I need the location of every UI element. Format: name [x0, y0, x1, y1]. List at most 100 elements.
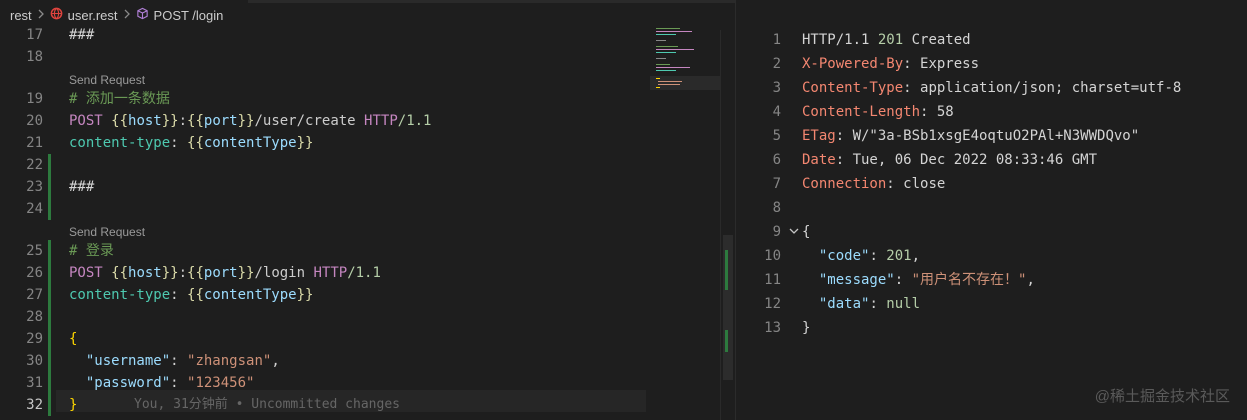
code-token: port — [203, 113, 238, 129]
response-line[interactable]: 5 ETag: W/"3a-BSb1xsgE4oqtuO2PAl+N3WWDQvo… — [736, 124, 1247, 148]
line-number: 8 — [772, 200, 781, 216]
line-number: 11 — [764, 272, 781, 288]
response-text: Connection: close — [802, 172, 945, 196]
response-line[interactable]: 12 "data": null — [736, 292, 1247, 316]
code-token: , — [911, 248, 921, 264]
response-text: "message": "用户名不存在！", — [802, 268, 1035, 292]
code-line[interactable]: 28 — [0, 306, 720, 328]
code-text: # 登录 — [69, 240, 114, 262]
response-line[interactable]: 7 Connection: close — [736, 172, 1247, 196]
code-token: "用户名不存在！" — [911, 272, 1027, 288]
code-token: : — [170, 375, 188, 391]
line-number: 10 — [764, 248, 781, 264]
response-viewer[interactable]: 1 HTTP/1.1 201 Created 2 X-Powered-By: Expr… — [736, 28, 1247, 408]
code-line[interactable]: 25 # 登录 — [0, 240, 720, 262]
line-number: 32 — [26, 397, 43, 413]
response-line[interactable]: 9{ — [736, 220, 1247, 244]
code-text: ### — [69, 176, 94, 198]
response-line[interactable]: 13} — [736, 316, 1247, 340]
git-added-marker — [48, 262, 51, 284]
code-token: /1.1 — [347, 265, 381, 281]
line-number: 12 — [764, 296, 781, 312]
code-token: ### — [69, 179, 95, 195]
line-number: 20 — [26, 113, 43, 129]
code-token: }} — [296, 287, 314, 303]
code-token: null — [886, 296, 921, 312]
send-request-codelens[interactable]: Send Request — [69, 70, 145, 90]
code-token: Content-Length — [802, 104, 921, 120]
code-token: : close — [886, 176, 946, 192]
line-number: 24 — [26, 201, 43, 217]
response-line[interactable]: 6 Date: Tue, 06 Dec 2022 08:33:46 GMT — [736, 148, 1247, 172]
code-token: : Express — [903, 56, 980, 72]
globe-icon — [50, 7, 63, 23]
code-token: }} — [161, 265, 179, 281]
breadcrumb-item-folder[interactable]: rest — [10, 8, 32, 23]
code-token: : — [869, 248, 887, 264]
code-token: : — [894, 272, 912, 288]
response-line[interactable]: 8 — [736, 196, 1247, 220]
code-line[interactable]: 27 content-type: {{contentType}} — [0, 284, 720, 306]
code-line[interactable]: 18 — [0, 46, 720, 68]
code-editor[interactable]: 17 ### 18 Send Request 19 # 添加一条数据 20 POST {{ho… — [0, 24, 720, 420]
response-text: X-Powered-By: Express — [802, 52, 979, 76]
git-added-marker — [48, 372, 51, 394]
line-number: 28 — [26, 309, 43, 325]
response-line[interactable]: 4 Content-Length: 58 — [736, 100, 1247, 124]
code-token: : Tue, 06 Dec 2022 08:33:46 GMT — [835, 152, 1098, 168]
code-line[interactable]: 31 "password": "123456" — [0, 372, 720, 394]
response-text: ETag: W/"3a-BSb1xsgE4oqtuO2PAl+N3WWDQvo" — [802, 124, 1139, 148]
line-number: 26 — [26, 265, 43, 281]
code-token: "message" — [818, 272, 895, 288]
code-token: "zhangsan" — [187, 353, 272, 369]
response-line[interactable]: 3 Content-Type: application/json; charset… — [736, 76, 1247, 100]
code-token: : — [170, 135, 188, 151]
code-line[interactable]: 26 POST {{host}}:{{port}}/login HTTP/1.1 — [0, 262, 720, 284]
response-line[interactable]: 11 "message": "用户名不存在！", — [736, 268, 1247, 292]
code-line[interactable]: 29 { — [0, 328, 720, 350]
code-line[interactable]: 19 # 添加一条数据 — [0, 88, 720, 110]
git-added-marker — [48, 306, 51, 328]
code-token: Date — [802, 152, 836, 168]
git-blame-annotation: You, 31分钟前 • Uncommitted changes — [134, 397, 400, 412]
code-token: : — [178, 265, 188, 281]
git-added-marker — [48, 350, 51, 372]
code-token: # 登录 — [69, 243, 114, 259]
git-added-marker — [48, 328, 51, 350]
line-number: 25 — [26, 243, 43, 259]
code-line[interactable]: 20 POST {{host}}:{{port}}/user/create HTT… — [0, 110, 720, 132]
code-text: "password": "123456" — [69, 372, 255, 394]
code-line[interactable]: 32} You, 31分钟前 • Uncommitted changes — [0, 394, 720, 416]
breadcrumb-item-symbol[interactable]: POST /login — [154, 8, 224, 23]
response-line[interactable]: 1 HTTP/1.1 201 Created — [736, 28, 1247, 52]
code-token: /1.1 — [397, 113, 432, 129]
code-token: : — [178, 113, 188, 129]
code-line[interactable]: 23 ### — [0, 176, 720, 198]
response-text: Content-Length: 58 — [802, 100, 954, 124]
code-line[interactable]: 22 — [0, 154, 720, 176]
code-line[interactable]: 17 ### — [0, 24, 720, 46]
line-number: 17 — [26, 27, 43, 43]
code-token: /user/create — [254, 113, 365, 129]
send-request-codelens[interactable]: Send Request — [69, 222, 145, 242]
response-text: } — [802, 316, 810, 340]
code-line[interactable]: 21 content-type: {{contentType}} — [0, 132, 720, 154]
code-token: contentType — [203, 287, 297, 303]
code-line[interactable]: 30 "username": "zhangsan", — [0, 350, 720, 372]
code-token: } — [69, 397, 78, 413]
code-token: contentType — [203, 135, 297, 151]
breadcrumb-item-file[interactable]: user.rest — [68, 8, 118, 23]
code-line[interactable]: 24 — [0, 198, 720, 220]
response-line[interactable]: 10 "code": 201, — [736, 244, 1247, 268]
code-text: } — [69, 394, 77, 416]
response-line[interactable]: 2 X-Powered-By: Express — [736, 52, 1247, 76]
editor-scrollbar[interactable] — [720, 30, 735, 420]
code-token: # 添加一条数据 — [69, 91, 170, 107]
chevron-down-icon[interactable] — [788, 220, 800, 244]
minimap[interactable] — [648, 26, 720, 96]
code-token: ETag — [802, 128, 836, 144]
code-token: "code" — [818, 248, 870, 264]
code-token: "data" — [818, 296, 870, 312]
code-token: port — [203, 265, 238, 281]
